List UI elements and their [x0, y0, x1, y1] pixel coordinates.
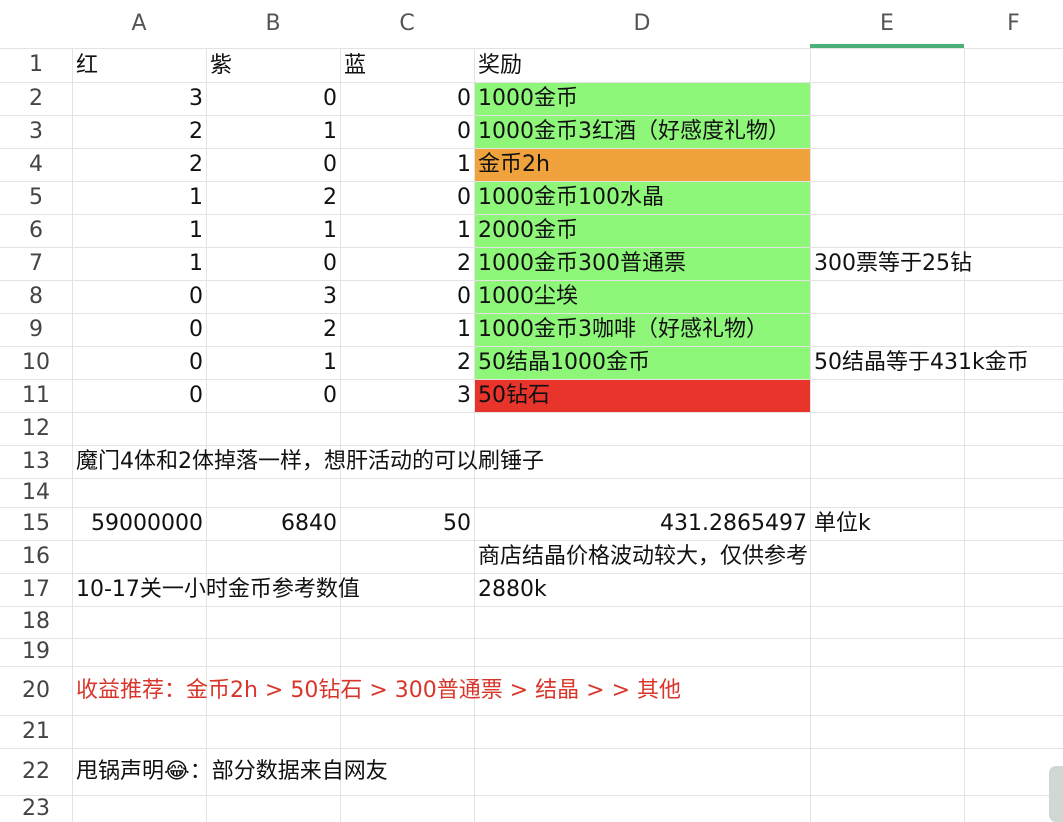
- row-header-15[interactable]: 15: [0, 507, 72, 540]
- cell-c5[interactable]: 0: [341, 182, 474, 214]
- column-header-e[interactable]: E: [810, 0, 964, 48]
- cell-d4[interactable]: 金币2h: [475, 149, 810, 181]
- cell-c3[interactable]: 0: [341, 116, 474, 148]
- row-header-4[interactable]: 4: [0, 148, 72, 181]
- cell-a20[interactable]: 收益推荐：金币2h > 50钻石 > 300普通票 > 结晶 > > 其他: [73, 667, 681, 715]
- row-header-7[interactable]: 7: [0, 247, 72, 280]
- grid-line-horizontal: [0, 412, 1063, 413]
- cell-d2[interactable]: 1000金币: [475, 83, 810, 115]
- grid-line-horizontal: [0, 715, 1063, 716]
- cell-c11[interactable]: 3: [341, 380, 474, 412]
- cell-a1[interactable]: 红: [73, 49, 206, 82]
- cell-a4[interactable]: 2: [73, 149, 206, 181]
- cell-e15[interactable]: 单位k: [811, 508, 964, 540]
- row-header-14[interactable]: 14: [0, 478, 72, 507]
- cell-d16[interactable]: 商店结晶价格波动较大，仅供参考: [475, 541, 810, 573]
- cell-a8[interactable]: 0: [73, 281, 206, 313]
- cell-d1[interactable]: 奖励: [475, 49, 810, 82]
- row-header-20[interactable]: 20: [0, 666, 72, 715]
- cell-b3[interactable]: 1: [207, 116, 340, 148]
- grid-line-horizontal: [0, 606, 1063, 607]
- cell-c1[interactable]: 蓝: [341, 49, 474, 82]
- scrollbar-thumb[interactable]: [1049, 766, 1063, 822]
- column-header-b[interactable]: B: [206, 0, 340, 48]
- row-header-5[interactable]: 5: [0, 181, 72, 214]
- cell-b5[interactable]: 2: [207, 182, 340, 214]
- cell-d15[interactable]: 431.2865497: [475, 508, 810, 540]
- cell-b9[interactable]: 2: [207, 314, 340, 346]
- cell-c2[interactable]: 0: [341, 83, 474, 115]
- cell-d10[interactable]: 50结晶1000金币: [475, 347, 810, 379]
- column-header-f[interactable]: F: [964, 0, 1063, 48]
- cell-a10[interactable]: 0: [73, 347, 206, 379]
- row-header-10[interactable]: 10: [0, 346, 72, 379]
- cell-b2[interactable]: 0: [207, 83, 340, 115]
- column-header-d[interactable]: D: [474, 0, 810, 48]
- cell-a13[interactable]: 魔门4体和2体掉落一样，想肝活动的可以刷锤子: [73, 446, 544, 478]
- cell-a9[interactable]: 0: [73, 314, 206, 346]
- cell-a22[interactable]: 甩锅声明😂：部分数据来自网友: [73, 749, 388, 795]
- cell-c15[interactable]: 50: [341, 508, 474, 540]
- cell-a11[interactable]: 0: [73, 380, 206, 412]
- cell-e7[interactable]: 300票等于25钻: [811, 248, 972, 280]
- cell-c8[interactable]: 0: [341, 281, 474, 313]
- cell-b11[interactable]: 0: [207, 380, 340, 412]
- cell-d11[interactable]: 50钻石: [475, 380, 810, 412]
- row-header-1[interactable]: 1: [0, 48, 72, 82]
- row-header-17[interactable]: 17: [0, 573, 72, 606]
- cell-c10[interactable]: 2: [341, 347, 474, 379]
- cell-b1[interactable]: 紫: [207, 49, 340, 82]
- row-header-2[interactable]: 2: [0, 82, 72, 115]
- cell-d8[interactable]: 1000尘埃: [475, 281, 810, 313]
- cell-c7[interactable]: 2: [341, 248, 474, 280]
- row-header-23[interactable]: 23: [0, 795, 72, 822]
- cell-d6[interactable]: 2000金币: [475, 215, 810, 247]
- cell-a17[interactable]: 10-17关一小时金币参考数值: [73, 574, 360, 606]
- grid-line-horizontal: [0, 638, 1063, 639]
- row-header-18[interactable]: 18: [0, 606, 72, 638]
- column-header-a[interactable]: A: [72, 0, 206, 48]
- row-header-9[interactable]: 9: [0, 313, 72, 346]
- cell-c9[interactable]: 1: [341, 314, 474, 346]
- cell-d7[interactable]: 1000金币300普通票: [475, 248, 810, 280]
- cell-a6[interactable]: 1: [73, 215, 206, 247]
- cell-b6[interactable]: 1: [207, 215, 340, 247]
- cell-c4[interactable]: 1: [341, 149, 474, 181]
- row-header-3[interactable]: 3: [0, 115, 72, 148]
- row-header-13[interactable]: 13: [0, 445, 72, 478]
- cell-a2[interactable]: 3: [73, 83, 206, 115]
- cell-a15[interactable]: 59000000: [73, 508, 206, 540]
- spreadsheet[interactable]: A B C D E F 1 2 3 4 5 6 7 8 9 10 11 12 13 14 15 16 17 18 19 20 21 2…: [0, 0, 1063, 822]
- cell-a7[interactable]: 1: [73, 248, 206, 280]
- cell-b7[interactable]: 0: [207, 248, 340, 280]
- cell-d5[interactable]: 1000金币100水晶: [475, 182, 810, 214]
- cell-b4[interactable]: 0: [207, 149, 340, 181]
- grid-line-horizontal: [0, 478, 1063, 479]
- row-header-8[interactable]: 8: [0, 280, 72, 313]
- cell-e10[interactable]: 50结晶等于431k金币: [811, 347, 1029, 379]
- row-header-19[interactable]: 19: [0, 638, 72, 666]
- cell-d17[interactable]: 2880k: [475, 574, 810, 606]
- cell-b15[interactable]: 6840: [207, 508, 340, 540]
- cell-c6[interactable]: 1: [341, 215, 474, 247]
- row-header-22[interactable]: 22: [0, 748, 72, 795]
- grid-line-vertical: [964, 0, 965, 822]
- cell-d3[interactable]: 1000金币3红酒（好感度礼物）: [475, 116, 810, 148]
- grid-line-horizontal: [0, 795, 1063, 796]
- column-header-c[interactable]: C: [340, 0, 474, 48]
- cell-b8[interactable]: 3: [207, 281, 340, 313]
- row-header-12[interactable]: 12: [0, 412, 72, 445]
- row-header-6[interactable]: 6: [0, 214, 72, 247]
- row-header-16[interactable]: 16: [0, 540, 72, 573]
- cell-b10[interactable]: 1: [207, 347, 340, 379]
- row-header-21[interactable]: 21: [0, 715, 72, 748]
- grid-line-vertical: [810, 0, 811, 822]
- row-header-11[interactable]: 11: [0, 379, 72, 412]
- cell-d9[interactable]: 1000金币3咖啡（好感礼物）: [475, 314, 810, 346]
- cell-a3[interactable]: 2: [73, 116, 206, 148]
- cell-a5[interactable]: 1: [73, 182, 206, 214]
